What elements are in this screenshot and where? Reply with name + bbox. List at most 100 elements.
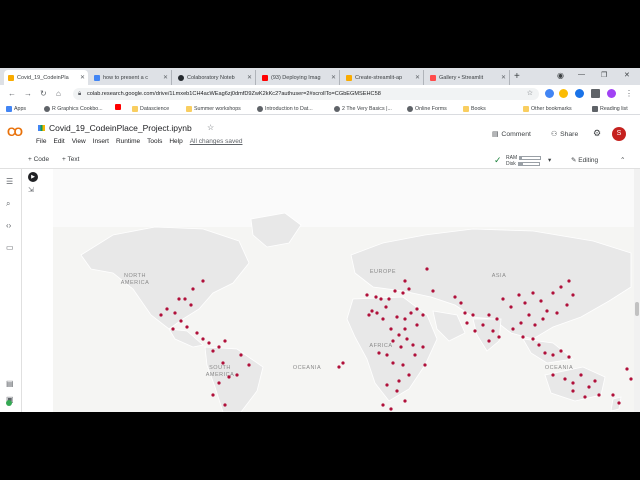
bookmark-intro-data[interactable]: Introduction to Dat... [257, 104, 313, 114]
case-marker[interactable] [399, 345, 403, 349]
case-marker[interactable] [563, 377, 567, 381]
case-marker[interactable] [571, 381, 575, 385]
case-marker[interactable] [583, 395, 587, 399]
case-marker[interactable] [545, 309, 549, 313]
scrollbar-thumb[interactable] [635, 302, 639, 316]
case-marker[interactable] [611, 393, 615, 397]
close-window-icon[interactable]: ✕ [624, 71, 630, 79]
forward-icon[interactable]: → [24, 89, 32, 98]
bookmark-books[interactable]: Books [463, 104, 486, 114]
case-marker[interactable] [381, 403, 385, 407]
star-icon[interactable]: ☆ [207, 123, 214, 132]
case-marker[interactable] [555, 311, 559, 315]
puzzle-icon[interactable] [591, 89, 600, 98]
case-marker[interactable] [189, 303, 193, 307]
case-marker[interactable] [377, 351, 381, 355]
case-marker[interactable] [365, 293, 369, 297]
notebook-title[interactable]: Covid_19_CodeinPlace_Project.ipynb [38, 123, 192, 133]
tab-how-to-present[interactable]: how to present a c ✕ [90, 70, 172, 85]
profile-icon[interactable] [607, 89, 616, 98]
case-marker[interactable] [239, 353, 243, 357]
comment-button[interactable]: ▤ Comment [492, 130, 531, 139]
bookmark-online-forms[interactable]: Online Forms [407, 104, 447, 114]
case-marker[interactable] [523, 301, 527, 305]
close-icon[interactable]: ✕ [331, 74, 336, 81]
new-tab-icon[interactable]: + [514, 71, 520, 82]
case-marker[interactable] [395, 315, 399, 319]
case-marker[interactable] [531, 337, 535, 341]
minimize-icon[interactable]: — [578, 71, 585, 78]
tab-create-streamlit[interactable]: Create-streamlit-ap ✕ [342, 70, 424, 85]
case-marker[interactable] [543, 351, 547, 355]
case-marker[interactable] [565, 303, 569, 307]
case-marker[interactable] [409, 311, 413, 315]
case-marker[interactable] [625, 367, 629, 371]
case-marker[interactable] [491, 329, 495, 333]
case-marker[interactable] [223, 339, 227, 343]
case-marker[interactable] [487, 339, 491, 343]
case-marker[interactable] [473, 329, 477, 333]
case-marker[interactable] [407, 287, 411, 291]
bookmark-datascience[interactable]: Datascience [132, 104, 169, 114]
editing-mode-button[interactable]: ✎ Editing [571, 156, 598, 164]
case-marker[interactable] [370, 309, 374, 313]
collapse-icon[interactable]: ⌃ [620, 156, 625, 164]
case-marker[interactable] [397, 333, 401, 337]
share-button[interactable]: ⚇ Share [551, 130, 578, 139]
tab-search-icon[interactable]: ◉ [557, 71, 564, 80]
case-marker[interactable] [407, 373, 411, 377]
menu-edit[interactable]: Edit [53, 138, 64, 145]
case-marker[interactable] [397, 379, 401, 383]
case-marker[interactable] [495, 317, 499, 321]
tab-covid-notebook[interactable]: Covid_19_CodeinPla ✕ [4, 70, 88, 85]
case-marker[interactable] [597, 393, 601, 397]
case-marker[interactable] [171, 327, 175, 331]
case-marker[interactable] [413, 353, 417, 357]
case-marker[interactable] [587, 385, 591, 389]
case-marker[interactable] [551, 291, 555, 295]
case-marker[interactable] [391, 339, 395, 343]
home-icon[interactable]: ⌂ [56, 89, 61, 98]
case-marker[interactable] [401, 291, 405, 295]
case-marker[interactable] [559, 285, 563, 289]
case-marker[interactable] [403, 317, 407, 321]
case-marker[interactable] [385, 353, 389, 357]
command-palette-icon[interactable]: ▤ [6, 379, 14, 388]
tab-youtube[interactable]: (93) Deploying Imag ✕ [258, 70, 340, 85]
case-marker[interactable] [201, 337, 205, 341]
case-marker[interactable] [195, 331, 199, 335]
tab-streamlit-gallery[interactable]: Gallery • Streamlit ✕ [426, 70, 510, 85]
menu-view[interactable]: View [72, 138, 86, 145]
bookmark-summer-workshops[interactable]: Summer workshops [186, 104, 241, 114]
lock-icon[interactable]: 🔒︎ [78, 88, 81, 100]
resources-indicator[interactable]: RAM Disk [506, 155, 542, 167]
case-marker[interactable] [247, 363, 251, 367]
case-marker[interactable] [223, 403, 227, 407]
case-marker[interactable] [387, 297, 391, 301]
case-marker[interactable] [527, 313, 531, 317]
output-icon[interactable]: ⇲ [28, 186, 38, 194]
case-marker[interactable] [393, 289, 397, 293]
case-marker[interactable] [379, 297, 383, 301]
case-marker[interactable] [519, 321, 523, 325]
world-map[interactable]: NORTHAMERICASOUTHAMERICAEUROPEASIAAFRICA… [53, 169, 634, 412]
case-marker[interactable] [579, 373, 583, 377]
case-marker[interactable] [403, 399, 407, 403]
extension-icon[interactable] [559, 89, 568, 98]
extension-icon[interactable] [575, 89, 584, 98]
case-marker[interactable] [217, 345, 221, 349]
case-marker[interactable] [177, 297, 181, 301]
menu-file[interactable]: File [36, 138, 46, 145]
case-marker[interactable] [235, 373, 239, 377]
case-marker[interactable] [567, 279, 571, 283]
run-cell-icon[interactable]: ▶ [28, 172, 38, 182]
case-marker[interactable] [185, 325, 189, 329]
case-marker[interactable] [207, 341, 211, 345]
case-marker[interactable] [337, 365, 341, 369]
case-marker[interactable] [481, 323, 485, 327]
case-marker[interactable] [571, 293, 575, 297]
case-marker[interactable] [183, 297, 187, 301]
case-marker[interactable] [367, 313, 371, 317]
case-marker[interactable] [191, 287, 195, 291]
case-marker[interactable] [389, 407, 393, 411]
